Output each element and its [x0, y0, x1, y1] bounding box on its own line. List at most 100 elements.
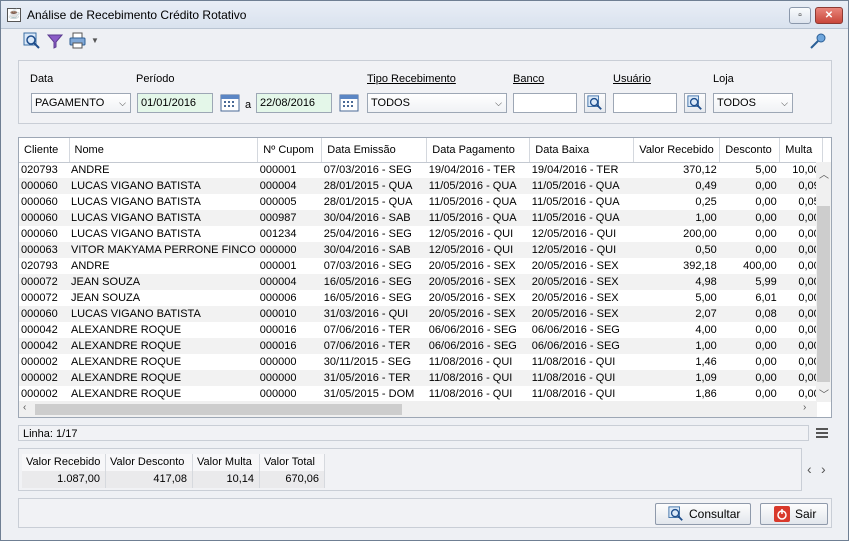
results-table: Cliente Nome Nº Cupom Data Emissão Data … — [18, 137, 832, 418]
table-row[interactable]: 000072 JEAN SOUZA 000004 16/05/2016 - SEG 20… — [19, 274, 823, 290]
chevron-down-icon: ⌵ — [119, 98, 126, 108]
data-select[interactable]: PAGAMENTO ⌵ — [31, 93, 131, 113]
table-row[interactable]: 020793 ANDRE 000001 07/03/2016 - SEG 20/05/2… — [19, 258, 823, 274]
col-header[interactable]: Nº Cupom — [257, 138, 323, 163]
banco-label: Banco — [513, 73, 545, 85]
table-row[interactable]: 000060 LUCAS VIGANO BATISTA 000987 30/04/20… — [19, 210, 823, 226]
main-window: ☕ Análise de Recebimento Crédito Rotativ… — [0, 0, 849, 541]
table-cell: 0,08 — [719, 306, 780, 322]
table-cell: 0,00 — [755, 388, 777, 400]
sair-button[interactable]: Sair — [760, 503, 828, 525]
table-cell: 19/04/2016 - TER — [531, 164, 619, 177]
table-row[interactable]: 000060 LUCAS VIGANO BATISTA 000004 28/01/20… — [19, 178, 823, 194]
usuario-search-button[interactable] — [684, 93, 706, 113]
loja-select[interactable]: TODOS ⌵ — [713, 93, 793, 113]
table-cell: 11/05/2016 - QUA — [531, 196, 620, 208]
vertical-scroll-thumb[interactable] — [817, 206, 830, 382]
consultar-button[interactable]: Consultar — [655, 503, 751, 525]
table-cell: 19/04/2016 - TER — [428, 164, 516, 177]
table-cell: 11/05/2016 - QUA — [529, 178, 634, 194]
sair-label: Sair — [795, 507, 817, 521]
calendar-icon[interactable] — [220, 93, 240, 113]
filter-panel: Data PAGAMENTO ⌵ Período 01/01/2016 a 22… — [18, 60, 832, 124]
table-cell: 0,00 — [755, 196, 777, 208]
banco-field[interactable] — [513, 93, 577, 113]
filter-icon[interactable] — [46, 32, 64, 50]
key-icon[interactable] — [809, 32, 827, 50]
table-cell: 0,00 — [719, 210, 780, 226]
scroll-left-icon[interactable]: ‹ — [23, 402, 26, 413]
total-desconto-value: 417,08 — [106, 471, 193, 488]
banco-search-button[interactable] — [584, 93, 606, 113]
search-icon[interactable] — [23, 32, 41, 50]
scroll-up-icon[interactable]: ︿ — [819, 166, 829, 181]
calendar-icon[interactable] — [339, 93, 359, 113]
totals-scroll-right-icon[interactable]: › — [821, 461, 826, 477]
scroll-down-icon[interactable]: ﹀ — [819, 386, 829, 401]
table-cell: 000987 — [257, 210, 322, 226]
total-recebido-value: 1.087,00 — [22, 471, 106, 488]
table-row[interactable]: 000042 ALEXANDRE ROQUE 000016 07/06/2016 - … — [19, 338, 823, 354]
table-row[interactable]: 000063 VITOR MAKYAMA PERRONE FINCO 000000 3… — [19, 242, 823, 258]
col-header[interactable]: Data Emissão — [321, 138, 428, 163]
action-bar: Consultar Sair — [18, 498, 832, 528]
table-row[interactable]: 000002 ALEXANDRE ROQUE 000000 31/05/2016 - … — [19, 370, 823, 386]
table-row[interactable]: 020793 ANDRE 000001 07/03/2016 - SEG 19/04/2… — [19, 162, 823, 178]
table-cell: 000042 — [21, 324, 58, 336]
table-cell: 12/05/2016 - QUI — [529, 242, 634, 258]
print-icon[interactable] — [69, 32, 87, 50]
col-header[interactable]: Multa — [779, 138, 824, 163]
col-header[interactable]: Cliente — [19, 138, 70, 163]
vertical-scrollbar[interactable]: ︿ ﹀ — [816, 162, 831, 402]
table-cell: 000002 — [21, 356, 58, 368]
col-header[interactable]: Desconto — [719, 138, 781, 163]
table-cell: 4,00 — [695, 324, 717, 336]
total-recebido: Valor Recebido 1.087,00 — [22, 454, 106, 488]
close-button[interactable]: ✕ — [815, 7, 843, 24]
table-row[interactable]: 000060 LUCAS VIGANO BATISTA 000010 31/03/20… — [19, 306, 823, 322]
table-cell: 11/08/2016 - QUI — [426, 370, 530, 386]
table-cell: 06/06/2016 - SEG — [428, 324, 517, 336]
table-cell: 5,99 — [719, 274, 780, 290]
scroll-right-icon[interactable]: › — [803, 402, 806, 413]
periodo-fim-field[interactable]: 22/08/2016 — [256, 93, 332, 113]
table-cell: 16/05/2016 - SEG — [323, 292, 412, 304]
table-cell: LUCAS VIGANO BATISTA — [71, 228, 201, 240]
table-cell: 000063 — [19, 242, 69, 258]
table-header: Cliente Nome Nº Cupom Data Emissão Data … — [19, 138, 824, 163]
table-cell: 000060 — [21, 228, 58, 240]
table-cell: 0,00 — [755, 324, 777, 336]
table-cell: 1,09 — [633, 370, 720, 386]
table-cell: ALEXANDRE ROQUE — [69, 338, 258, 354]
table-row[interactable]: 000060 LUCAS VIGANO BATISTA 001234 25/04/20… — [19, 226, 823, 242]
tipo-recebimento-select[interactable]: TODOS ⌵ — [367, 93, 507, 113]
table-cell: 000001 — [259, 260, 297, 272]
table-cell: 30/04/2016 - SAB — [321, 210, 427, 226]
horizontal-scroll-thumb[interactable] — [35, 404, 402, 415]
table-cell: 000000 — [259, 356, 297, 368]
col-header[interactable]: Data Pagamento — [426, 138, 531, 163]
table-row[interactable]: 000072 JEAN SOUZA 000006 16/05/2016 - SEG 20… — [19, 290, 823, 306]
col-header[interactable]: Data Baixa — [529, 138, 635, 163]
table-cell: 000006 — [259, 292, 297, 304]
table-row[interactable]: 000002 ALEXANDRE ROQUE 000000 31/05/2015 - … — [19, 386, 823, 402]
table-row[interactable]: 000042 ALEXANDRE ROQUE 000016 07/06/2016 - … — [19, 322, 823, 338]
col-header[interactable]: Valor Recebido — [633, 138, 721, 163]
usuario-field[interactable] — [613, 93, 677, 113]
power-icon — [774, 506, 790, 522]
print-dropdown-icon[interactable]: ▼ — [91, 36, 99, 45]
table-row[interactable]: 000002 ALEXANDRE ROQUE 000000 30/11/2015 - … — [19, 354, 823, 370]
maximize-button[interactable]: ▫ — [789, 7, 811, 24]
java-app-icon: ☕ — [7, 8, 21, 22]
table-cell: ALEXANDRE ROQUE — [71, 356, 182, 368]
table-row[interactable]: 000060 LUCAS VIGANO BATISTA 000005 28/01/20… — [19, 194, 823, 210]
totals-panel: Valor Recebido 1.087,00 Valor Desconto 4… — [18, 448, 802, 491]
totals-scroll-left-icon[interactable]: ‹ — [807, 461, 812, 477]
periodo-inicio-field[interactable]: 01/01/2016 — [137, 93, 213, 113]
col-header[interactable]: Nome — [69, 138, 259, 163]
horizontal-scrollbar[interactable]: ‹ › — [19, 401, 817, 417]
table-cell: 0,00 — [719, 370, 780, 386]
table-cell: 6,01 — [755, 292, 777, 304]
table-cell: 07/06/2016 - TER — [323, 324, 411, 336]
menu-icon[interactable] — [815, 427, 829, 439]
